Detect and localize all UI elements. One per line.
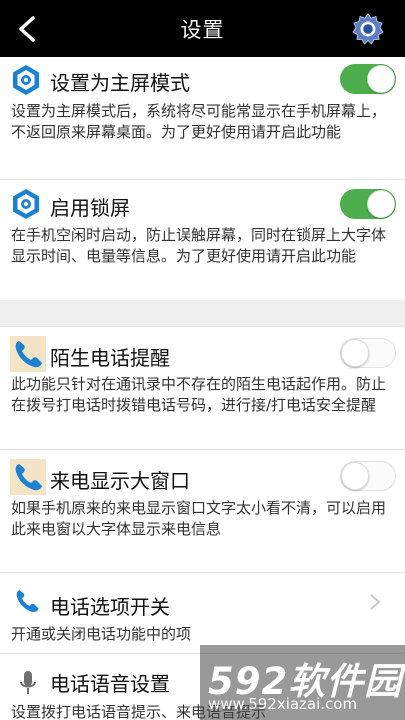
hexagon-settings-icon bbox=[13, 189, 39, 219]
hexagon-settings-icon bbox=[13, 65, 39, 95]
setting-home-screen-mode: 设置为主屏模式 设置为主屏模式后，系统将尽可能常显示在手机屏幕上，不返回原来屏幕… bbox=[0, 57, 405, 179]
lock-screen-toggle[interactable] bbox=[340, 189, 396, 219]
chevron-right-icon bbox=[370, 594, 381, 610]
watermark-url: www.592xiazai.com bbox=[208, 695, 358, 713]
toggle-knob bbox=[341, 339, 369, 367]
setting-description: 设置为主屏模式后，系统将尽可能常显示在手机屏幕上，不返回原来屏幕桌面。为了更好使… bbox=[11, 102, 387, 141]
watermark: 592软件园 www.592xiazai.com bbox=[200, 645, 405, 720]
gear-icon[interactable] bbox=[351, 12, 385, 46]
phone-icon bbox=[10, 459, 46, 495]
toggle-knob bbox=[341, 462, 369, 490]
phone-icon bbox=[10, 336, 46, 372]
setting-description: 开通或关闭电话功能中的项 bbox=[11, 625, 192, 643]
setting-title: 陌生电话提醒 bbox=[50, 346, 170, 370]
toggle-knob bbox=[367, 65, 395, 93]
setting-title: 来电显示大窗口 bbox=[50, 469, 190, 493]
title-bar: 设置 bbox=[0, 0, 405, 57]
setting-description: 此功能只针对在通讯录中不存在的陌生电话起作用。防止在拨号打电话时拨错电话号码，进… bbox=[11, 375, 387, 414]
section-gap bbox=[0, 300, 405, 326]
setting-lock-screen: 启用锁屏 在手机空闲时启动，防止误触屏幕，同时在锁屏上大字体显示时间、电量等信息… bbox=[0, 180, 405, 300]
toggle-knob bbox=[367, 190, 395, 218]
setting-title: 设置为主屏模式 bbox=[50, 71, 190, 95]
setting-phone-options[interactable]: 电话选项开关 开通或关闭电话功能中的项 bbox=[0, 573, 405, 653]
stranger-call-alert-toggle[interactable] bbox=[340, 338, 396, 368]
home-screen-mode-toggle[interactable] bbox=[340, 64, 396, 94]
page-title: 设置 bbox=[180, 17, 225, 42]
microphone-icon bbox=[20, 671, 36, 694]
back-arrow-icon[interactable] bbox=[14, 15, 40, 43]
setting-description: 如果手机原来的来电显示窗口文字太小看不清，可以启用此来电窗以大字体显示来电信息 bbox=[11, 499, 387, 538]
setting-title: 电话语音设置 bbox=[50, 672, 170, 696]
setting-title: 启用锁屏 bbox=[50, 196, 130, 220]
setting-description: 在手机空闲时启动，防止误触屏幕，同时在锁屏上大字体显示时间、电量等信息。为了更好… bbox=[11, 226, 387, 265]
setting-stranger-call-alert: 陌生电话提醒 此功能只针对在通讯录中不存在的陌生电话起作用。防止在拨号打电话时拨… bbox=[0, 327, 405, 449]
large-incoming-window-toggle[interactable] bbox=[340, 461, 396, 491]
phone-icon bbox=[16, 590, 39, 613]
setting-title: 电话选项开关 bbox=[50, 595, 170, 619]
setting-large-incoming-window: 来电显示大窗口 如果手机原来的来电显示窗口文字太小看不清，可以启用此来电窗以大字… bbox=[0, 450, 405, 572]
